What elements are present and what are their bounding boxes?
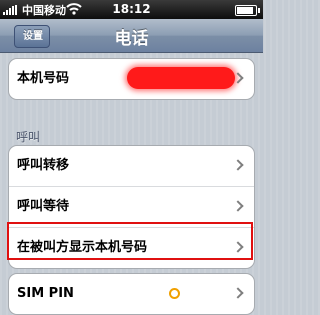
call-waiting-label: 呼叫等待 [17, 199, 70, 214]
redacted-phone-number [127, 67, 235, 89]
loading-indicator-icon [169, 288, 180, 299]
show-caller-id-cell[interactable]: 在被叫方显示本机号码 [9, 227, 254, 268]
chevron-right-icon [232, 287, 244, 299]
call-waiting-cell[interactable]: 呼叫等待 [9, 186, 254, 227]
chevron-right-icon [232, 200, 244, 212]
section-header-calls: 呼叫 [16, 130, 41, 144]
call-forwarding-label: 呼叫转移 [17, 158, 70, 173]
show-caller-id-label: 在被叫方显示本机号码 [17, 240, 148, 255]
sim-pin-cell[interactable]: SIM PIN [9, 274, 254, 314]
battery-fill [237, 7, 253, 14]
my-number-label: 本机号码 [17, 71, 70, 86]
call-forwarding-cell[interactable]: 呼叫转移 [9, 146, 254, 186]
my-number-cell[interactable]: 本机号码 [9, 59, 254, 99]
sim-pin-label: SIM PIN [17, 286, 74, 301]
battery-icon [235, 5, 260, 16]
chevron-right-icon [232, 159, 244, 171]
chevron-right-icon [232, 241, 244, 253]
navigation-bar: 设置 电话 [0, 19, 263, 53]
status-bar: 中国移动 18:12 [0, 0, 263, 19]
status-time: 18:12 [112, 2, 151, 16]
my-number-group: 本机号码 [8, 58, 255, 100]
calls-group: 呼叫转移 呼叫等待 在被叫方显示本机号码 [8, 145, 255, 269]
page-title: 电话 [114, 29, 149, 49]
sim-group: SIM PIN [8, 273, 255, 315]
